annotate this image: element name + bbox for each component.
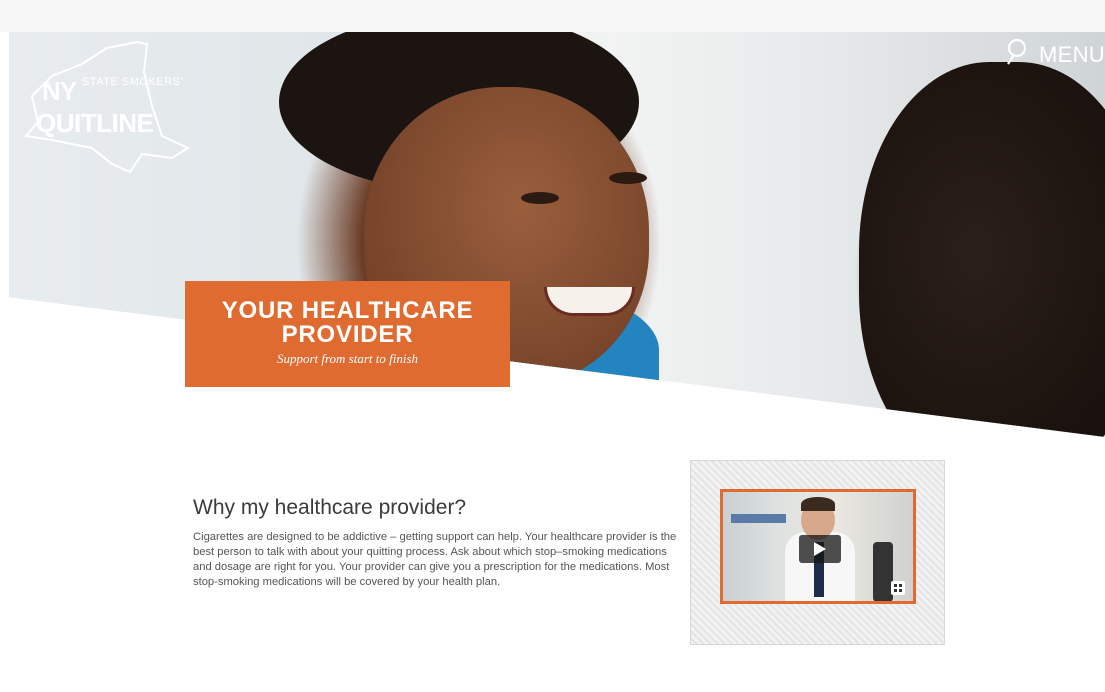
section-body: Cigarettes are designed to be addictive … xyxy=(193,531,677,588)
page-title-banner: YOUR HEALTHCARE PROVIDER Support from st… xyxy=(185,281,510,387)
video-equipment xyxy=(873,542,893,601)
ny-state-outline-icon xyxy=(24,40,191,174)
page-subtitle: Support from start to finish xyxy=(276,351,419,366)
video-player[interactable] xyxy=(720,489,916,604)
video-doctor-hair xyxy=(801,497,835,511)
logo-ny: NY xyxy=(42,76,77,106)
menu-button[interactable]: MENU xyxy=(1039,42,1105,68)
hero-eye-left xyxy=(521,192,559,204)
logo-state-smokers: STATE SMOKERS' xyxy=(82,76,183,88)
play-icon xyxy=(814,542,826,556)
hero-eye-right xyxy=(609,172,647,184)
play-button[interactable] xyxy=(799,535,841,563)
search-icon[interactable] xyxy=(1005,38,1029,71)
fullscreen-icon[interactable] xyxy=(891,581,905,595)
hero-patient xyxy=(859,62,1105,437)
site-logo[interactable]: NY STATE SMOKERS' QUITLINE xyxy=(12,36,192,176)
top-nav: MENU xyxy=(1005,38,1105,71)
section-heading: Why my healthcare provider? xyxy=(193,496,467,519)
main-content: Why my healthcare provider? Cigarettes a… xyxy=(193,496,683,590)
browser-top-strip xyxy=(0,0,1105,32)
video-name-tag xyxy=(731,514,786,523)
page-title: YOUR HEALTHCARE PROVIDER xyxy=(221,297,474,348)
logo-quitline: QUITLINE xyxy=(36,108,154,138)
